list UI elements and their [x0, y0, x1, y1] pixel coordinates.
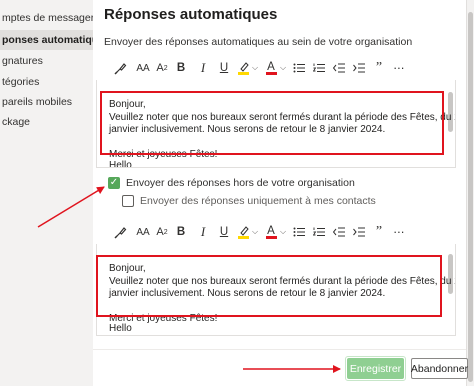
- format-painter-icon[interactable]: [112, 56, 128, 80]
- italic-icon[interactable]: I: [196, 56, 210, 80]
- contacts-only-label: Envoyer des réponses uniquement à mes co…: [140, 195, 376, 207]
- footer-divider: [93, 349, 466, 350]
- contacts-only-checkbox[interactable]: [122, 195, 134, 207]
- quote-icon[interactable]: ”: [372, 220, 386, 244]
- numbering-icon[interactable]: [312, 56, 326, 80]
- decrease-indent-icon[interactable]: [332, 56, 346, 80]
- font-color-label: A: [267, 60, 275, 73]
- superscript-label: A: [156, 226, 164, 238]
- nav-item-categories[interactable]: tégories: [0, 76, 39, 88]
- highlight-icon[interactable]: [236, 56, 250, 80]
- italic-icon[interactable]: I: [196, 220, 210, 244]
- auto-replies-settings: mptes de messagerie ponses automatiques …: [0, 0, 474, 386]
- font-color-label: A: [267, 224, 275, 237]
- send-external-replies-checkbox[interactable]: ✓: [108, 177, 120, 189]
- font-color-icon[interactable]: A: [264, 56, 278, 80]
- highlight-chevron-icon[interactable]: ⌵: [252, 227, 258, 237]
- more-icon[interactable]: ⋯: [392, 56, 406, 80]
- numbering-icon[interactable]: [312, 220, 326, 244]
- internal-reply-trailing-text: Hello: [109, 160, 132, 168]
- font-size-icon[interactable]: AA: [134, 220, 152, 244]
- contacts-only-option[interactable]: Envoyer des réponses uniquement à mes co…: [122, 195, 376, 207]
- quote-icon[interactable]: ”: [372, 56, 386, 80]
- annotation-highlight-box: [100, 91, 444, 155]
- nav-item-mobile-devices[interactable]: pareils mobiles: [0, 96, 72, 108]
- save-button[interactable]: Enregistrer: [347, 358, 404, 379]
- page-scrollbar[interactable]: [466, 0, 474, 386]
- superscript-icon[interactable]: A2: [154, 220, 170, 244]
- internal-replies-label: Envoyer des réponses automatiques au sei…: [104, 36, 413, 48]
- nav-item-storage[interactable]: ckage: [0, 116, 30, 128]
- decrease-indent-icon[interactable]: [332, 220, 346, 244]
- format-painter-icon[interactable]: [112, 220, 128, 244]
- nav-item-signatures[interactable]: gnatures: [0, 55, 43, 67]
- send-external-replies-label: Envoyer des réponses hors de votre organ…: [126, 177, 355, 189]
- settings-nav: mptes de messagerie ponses automatiques …: [0, 0, 93, 386]
- bold-icon[interactable]: B: [174, 56, 188, 80]
- page-scrollbar-thumb[interactable]: [468, 12, 473, 382]
- font-color-chevron-icon[interactable]: ⌵: [280, 227, 286, 237]
- send-external-replies-option[interactable]: ✓ Envoyer des réponses hors de votre org…: [108, 177, 355, 189]
- underline-icon[interactable]: U: [217, 220, 231, 244]
- bold-icon[interactable]: B: [174, 220, 188, 244]
- superscript-label: A: [156, 62, 164, 74]
- nav-item-accounts[interactable]: mptes de messagerie: [0, 12, 93, 24]
- underline-icon[interactable]: U: [217, 56, 231, 80]
- formatting-toolbar-internal: AA A2 B I U ⌵ A ⌵ ” ⋯: [100, 56, 460, 80]
- nav-item-auto-replies[interactable]: ponses automatiques: [0, 34, 93, 46]
- bullets-icon[interactable]: [292, 220, 306, 244]
- increase-indent-icon[interactable]: [352, 220, 366, 244]
- more-icon[interactable]: ⋯: [392, 220, 406, 244]
- font-size-icon[interactable]: AA: [134, 56, 152, 80]
- increase-indent-icon[interactable]: [352, 56, 366, 80]
- external-reply-trailing-text: Hello: [109, 323, 132, 334]
- page-title: Réponses automatiques: [104, 6, 278, 23]
- font-color-icon[interactable]: A: [264, 220, 278, 244]
- font-color-chevron-icon[interactable]: ⌵: [280, 63, 286, 73]
- highlight-chevron-icon[interactable]: ⌵: [252, 63, 258, 73]
- highlight-icon[interactable]: [236, 220, 250, 244]
- cancel-button[interactable]: Abandonner: [411, 358, 468, 379]
- annotation-highlight-box: [96, 255, 442, 317]
- bullets-icon[interactable]: [292, 56, 306, 80]
- formatting-toolbar-external: AA A2 B I U ⌵ A ⌵ ” ⋯: [100, 220, 460, 244]
- superscript-icon[interactable]: A2: [154, 56, 170, 80]
